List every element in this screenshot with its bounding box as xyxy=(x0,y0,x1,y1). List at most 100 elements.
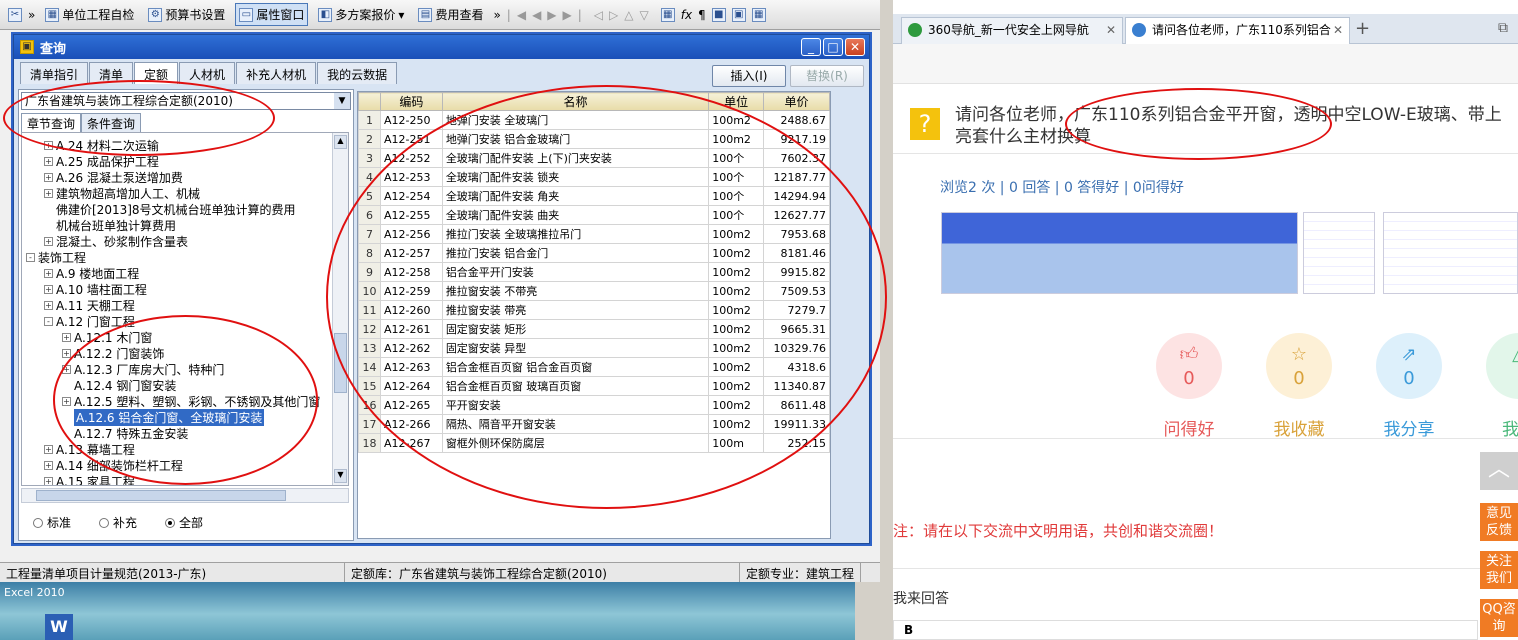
tab-2[interactable]: 定额 xyxy=(134,62,179,84)
maximize-button[interactable]: □ xyxy=(823,38,843,56)
expand-toggle-icon[interactable]: + xyxy=(44,236,53,246)
tree-node[interactable]: + A.25 成品保护工程 xyxy=(44,153,159,169)
expand-toggle-icon[interactable]: + xyxy=(44,300,53,310)
expand-toggle-icon[interactable]: + xyxy=(44,268,53,278)
tree-node[interactable]: A.12.6 铝合金门窗、全玻璃门安装 xyxy=(62,408,265,426)
screenshot-thumbnail[interactable] xyxy=(941,212,1298,294)
tree-node[interactable]: + A.12.3 厂库房大门、特种门 xyxy=(62,361,224,377)
bold-icon[interactable]: B xyxy=(904,623,913,637)
tree-node[interactable]: A.12.7 特殊五金安装 xyxy=(62,425,188,441)
scissors-icon[interactable]: ✂ xyxy=(8,7,22,22)
tree-node[interactable]: 佛建价[2013]8号文机械台班单独计算的费用 xyxy=(44,201,296,217)
tab-4[interactable]: 补充人材机 xyxy=(236,62,317,84)
tree-node[interactable]: + A.12.1 木门窗 xyxy=(62,329,152,345)
expand-toggle-icon[interactable]: + xyxy=(44,188,53,198)
table-row[interactable]: 6 A12-255 全玻璃门配件安装 曲夹 100个 12627.77 xyxy=(358,205,830,225)
side-button-2[interactable]: QQ咨询 xyxy=(1480,599,1518,637)
scroll-thumb[interactable] xyxy=(334,333,347,393)
price-header[interactable]: 单价 xyxy=(763,92,830,111)
tree-node[interactable]: + A.9 楼地面工程 xyxy=(44,265,139,281)
nav-arrows-icon[interactable]: |◀◀▶▶| xyxy=(507,8,588,22)
table-row[interactable]: 15 A12-264 铝合金框百页窗 玻璃百页窗 100m2 11340.87 xyxy=(358,376,830,396)
expand-toggle-icon[interactable]: + xyxy=(44,156,53,166)
table-row[interactable]: 8 A12-257 推拉门安装 铝合金门 100m2 8181.46 xyxy=(358,243,830,263)
radio-option[interactable]: 全部 xyxy=(165,514,203,531)
action-circle[interactable]: ⇗ 0 xyxy=(1376,333,1442,399)
radio-option[interactable]: 补充 xyxy=(99,514,137,531)
name-header[interactable]: 名称 xyxy=(441,92,710,111)
tab-3[interactable]: 人材机 xyxy=(179,62,236,84)
calculator-icon[interactable]: ▦ xyxy=(660,7,675,22)
table-row[interactable]: 17 A12-266 隔热、隔音平开窗安装 100m2 19911.33 xyxy=(358,414,830,434)
tree-node[interactable]: + A.13 幕墙工程 xyxy=(44,441,135,457)
tree-node[interactable]: + A.12.5 塑料、塑钢、彩钢、不锈钢及其他门窗 xyxy=(62,393,320,409)
multi-plan-quote-button[interactable]: ◧ 多方案报价 ▾ xyxy=(314,3,408,26)
action-circle[interactable]: 👍︎ 0 xyxy=(1156,333,1222,399)
table-row[interactable]: 18 A12-267 窗框外侧环保防腐层 100m 252.15 xyxy=(358,433,830,453)
expand-toggle-icon[interactable]: - xyxy=(26,252,35,262)
tab-0[interactable]: 清单指引 xyxy=(20,62,89,84)
expand-toggle-icon[interactable]: - xyxy=(44,316,53,326)
tab-question[interactable]: 请问各位老师，广东110系列铝合 ✕ xyxy=(1125,17,1350,44)
tree-horizontal-scrollbar[interactable] xyxy=(21,488,349,503)
table-row[interactable]: 10 A12-259 推拉窗安装 不带亮 100m2 7509.53 xyxy=(358,281,830,301)
expand-toggle-icon[interactable]: + xyxy=(44,172,53,182)
table-row[interactable]: 3 A12-252 全玻璃门配件安装 上(下)门夹安装 100个 7602.37 xyxy=(358,148,830,168)
tab-360-nav[interactable]: 360导航_新一代安全上网导航 ✕ xyxy=(901,17,1123,44)
chevron-down-icon[interactable]: ▼ xyxy=(334,93,350,109)
tree-node[interactable]: + A.14 细部装饰栏杆工程 xyxy=(44,457,183,473)
self-check-button[interactable]: ▦ 单位工程自检 xyxy=(41,3,138,26)
table-row[interactable]: 4 A12-253 全玻璃门配件安装 锁夹 100个 12187.77 xyxy=(358,167,830,187)
expand-toggle-icon[interactable]: + xyxy=(44,460,53,470)
action-1[interactable]: ☆ 0 我收藏 xyxy=(1266,333,1332,440)
new-tab-icon[interactable]: + xyxy=(1355,18,1370,39)
table-row[interactable]: 16 A12-265 平开窗安装 100m2 8611.48 xyxy=(358,395,830,415)
editor-toolbar[interactable]: B xyxy=(893,620,1478,640)
screenshot-thumbnail[interactable] xyxy=(1383,212,1518,294)
insert-button[interactable]: 插入(I) xyxy=(712,65,786,87)
radio-option[interactable]: 标准 xyxy=(33,514,71,531)
expand-toggle-icon[interactable]: + xyxy=(44,284,53,294)
action-2[interactable]: ⇗ 0 我分享 xyxy=(1376,333,1442,440)
side-button-0[interactable]: 意见反馈 xyxy=(1480,503,1518,541)
tree-vertical-scrollbar[interactable]: ▲ ▼ xyxy=(332,133,348,485)
side-button-1[interactable]: 关注我们 xyxy=(1480,551,1518,589)
tree-node[interactable]: + 混凝土、砂浆制作含量表 xyxy=(44,233,188,249)
tree-node[interactable]: + A.10 墙柱面工程 xyxy=(44,281,147,297)
expand-toggle-icon[interactable]: + xyxy=(62,364,71,374)
expand-toggle-icon[interactable]: + xyxy=(62,332,71,342)
dialog-titlebar[interactable]: ▣ 查询 xyxy=(14,35,869,59)
action-circle[interactable]: ☆ 0 xyxy=(1266,333,1332,399)
word-icon[interactable]: W xyxy=(45,614,73,640)
expand-toggle-icon[interactable]: + xyxy=(62,396,71,406)
close-tab-icon[interactable]: ✕ xyxy=(1333,18,1343,42)
table-row[interactable]: 7 A12-256 推拉门安装 全玻璃推拉吊门 100m2 7953.68 xyxy=(358,224,830,244)
tree-node[interactable]: + A.24 材料二次运输 xyxy=(44,137,159,153)
action-0[interactable]: 👍︎ 0 问得好 xyxy=(1156,333,1222,440)
screenshot-thumbnail[interactable] xyxy=(1303,212,1375,294)
function-icon[interactable]: fx xyxy=(681,8,692,22)
table-row[interactable]: 14 A12-263 铝合金框百页窗 铝合金百页窗 100m2 4318.6 xyxy=(358,357,830,377)
code-header[interactable]: 编码 xyxy=(379,92,443,111)
minimize-button[interactable]: _ xyxy=(801,38,821,56)
tab-chapter-query[interactable]: 章节查询 xyxy=(21,113,82,133)
expand-toggle-icon[interactable]: + xyxy=(44,476,53,485)
image-icon[interactable]: ▣ xyxy=(731,7,746,22)
table-row[interactable]: 9 A12-258 铝合金平开门安装 100m2 9915.82 xyxy=(358,262,830,282)
property-window-button[interactable]: ▭ 属性窗口 xyxy=(235,3,309,26)
replace-button[interactable]: 替换(R) xyxy=(790,65,864,87)
grid-icon[interactable]: ▦ xyxy=(751,7,766,22)
paragraph-icon[interactable]: ¶ xyxy=(698,8,706,22)
tab-1[interactable]: 清单 xyxy=(89,62,134,84)
tree-node[interactable]: + A.15 家具工程 xyxy=(44,473,135,485)
move-arrows-icon[interactable]: ◁▷△▽ xyxy=(594,8,655,22)
table-row[interactable]: 11 A12-260 推拉窗安装 带亮 100m2 7279.7 xyxy=(358,300,830,320)
close-button[interactable]: ✕ xyxy=(845,38,865,56)
back-to-top-icon[interactable]: ︿ xyxy=(1480,452,1518,490)
more-icon[interactable]: » xyxy=(493,8,500,22)
action-circle[interactable]: △ xyxy=(1486,333,1518,399)
radio-icon[interactable] xyxy=(99,517,110,528)
tree-node[interactable]: + 建筑物超高增加人工、机械 xyxy=(44,185,200,201)
table-row[interactable]: 5 A12-254 全玻璃门配件安装 角夹 100个 14294.94 xyxy=(358,186,830,206)
radio-icon[interactable] xyxy=(33,517,43,528)
